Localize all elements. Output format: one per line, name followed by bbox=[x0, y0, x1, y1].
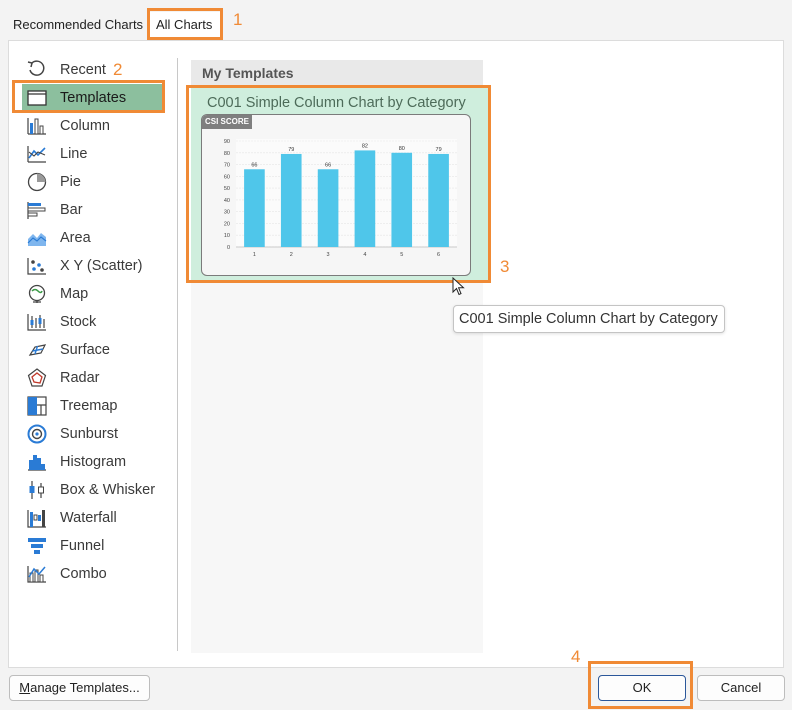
stock-chart-icon bbox=[25, 311, 49, 333]
chart-type-column[interactable]: Column bbox=[22, 112, 164, 140]
chart-type-label: Treemap bbox=[60, 398, 118, 414]
line-chart-icon bbox=[25, 143, 49, 165]
chart-type-combo[interactable]: Combo bbox=[22, 560, 164, 588]
column-chart-icon bbox=[25, 115, 49, 137]
bar-chart-icon bbox=[25, 199, 49, 221]
map-chart-icon bbox=[25, 283, 49, 305]
callout-number-4: 4 bbox=[571, 647, 581, 666]
chart-type-waterfall[interactable]: Waterfall bbox=[22, 504, 164, 532]
template-tooltip: C001 Simple Column Chart by Category bbox=[453, 305, 725, 333]
chart-type-bar[interactable]: Bar bbox=[22, 196, 164, 224]
chart-type-label: Funnel bbox=[60, 538, 105, 554]
section-header: My Templates bbox=[191, 60, 483, 86]
scatter-chart-icon bbox=[25, 255, 49, 277]
chart-type-label: X Y (Scatter) bbox=[60, 258, 143, 274]
section-header-label: My Templates bbox=[202, 65, 294, 81]
chart-type-label: Bar bbox=[60, 202, 83, 218]
chart-type-area[interactable]: Area bbox=[22, 224, 164, 252]
chart-type-label: Histogram bbox=[60, 454, 127, 470]
chart-type-sunburst[interactable]: Sunburst bbox=[22, 420, 164, 448]
funnel-chart-icon bbox=[25, 535, 49, 557]
divider bbox=[177, 58, 178, 651]
waterfall-chart-icon bbox=[25, 507, 49, 529]
chart-type-label: Line bbox=[60, 146, 88, 162]
pie-chart-icon bbox=[25, 171, 49, 193]
treemap-chart-icon bbox=[25, 395, 49, 417]
tab-recommended-charts[interactable]: Recommended Charts bbox=[13, 10, 143, 40]
chart-type-label: Radar bbox=[60, 370, 100, 386]
chart-type-label: Column bbox=[60, 118, 110, 134]
callout-box-4 bbox=[588, 661, 693, 709]
mouse-cursor-icon bbox=[452, 277, 465, 296]
chart-type-pie[interactable]: Pie bbox=[22, 168, 164, 196]
chart-type-box-whisker[interactable]: Box & Whisker bbox=[22, 476, 164, 504]
area-chart-icon bbox=[25, 227, 49, 249]
chart-type-label: Combo bbox=[60, 566, 107, 582]
chart-type-list: Recent Templates Column Line Pie Bar Area X Y (… bbox=[22, 56, 164, 654]
manage-templates-hotkey: M bbox=[19, 680, 31, 695]
manage-templates-label: anage Templates... bbox=[30, 680, 140, 695]
chart-type-radar[interactable]: Radar bbox=[22, 364, 164, 392]
chart-type-label: Box & Whisker bbox=[60, 482, 156, 498]
chart-type-label: Sunburst bbox=[60, 426, 119, 442]
chart-type-label: Map bbox=[60, 286, 89, 302]
chart-type-map[interactable]: Map bbox=[22, 280, 164, 308]
box-whisker-chart-icon bbox=[25, 479, 49, 501]
chart-type-surface[interactable]: Surface bbox=[22, 336, 164, 364]
cancel-button[interactable]: Cancel bbox=[697, 675, 785, 701]
radar-chart-icon bbox=[25, 367, 49, 389]
chart-type-label: Area bbox=[60, 230, 91, 246]
callout-number-3: 3 bbox=[500, 257, 510, 276]
chart-type-label: Stock bbox=[60, 314, 97, 330]
chart-type-label: Pie bbox=[60, 174, 81, 190]
callout-number-1: 1 bbox=[233, 10, 243, 29]
recent-icon bbox=[25, 59, 49, 81]
combo-chart-icon bbox=[25, 563, 49, 585]
callout-box-1 bbox=[147, 8, 223, 40]
chart-type-label: Recent bbox=[60, 62, 106, 78]
callout-box-2 bbox=[12, 80, 165, 113]
chart-type-stock[interactable]: Stock bbox=[22, 308, 164, 336]
tab-bar: Recommended Charts All Charts bbox=[0, 0, 792, 40]
chart-type-line[interactable]: Line bbox=[22, 140, 164, 168]
callout-number-2: 2 bbox=[113, 60, 123, 79]
callout-box-3 bbox=[186, 85, 491, 283]
chart-type-treemap[interactable]: Treemap bbox=[22, 392, 164, 420]
chart-type-label: Surface bbox=[60, 342, 110, 358]
chart-type-label: Waterfall bbox=[60, 510, 117, 526]
sunburst-chart-icon bbox=[25, 423, 49, 445]
chart-type-x-y-scatter[interactable]: X Y (Scatter) bbox=[22, 252, 164, 280]
histogram-chart-icon bbox=[25, 451, 49, 473]
surface-chart-icon bbox=[25, 339, 49, 361]
manage-templates-button[interactable]: Manage Templates... bbox=[9, 675, 150, 701]
chart-type-funnel[interactable]: Funnel bbox=[22, 532, 164, 560]
chart-type-histogram[interactable]: Histogram bbox=[22, 448, 164, 476]
